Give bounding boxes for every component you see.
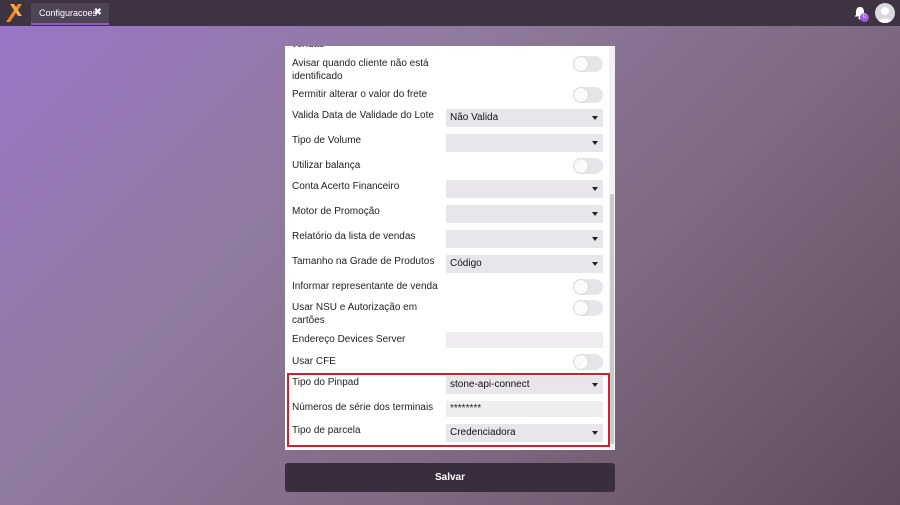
x-logo-icon[interactable] bbox=[6, 4, 22, 22]
chevron-down-icon bbox=[592, 116, 598, 120]
user-avatar-icon[interactable] bbox=[875, 3, 895, 23]
setting-label: Informar representante de venda bbox=[292, 281, 438, 292]
setting-label: Utilizar balança bbox=[292, 160, 361, 171]
select-dropdown[interactable]: Não Valida bbox=[446, 109, 603, 127]
select-dropdown[interactable] bbox=[446, 134, 603, 152]
setting-label: Motor de Promoção bbox=[292, 206, 380, 217]
chevron-down-icon bbox=[592, 187, 598, 191]
notification-badge: 0 bbox=[860, 13, 869, 22]
setting-label: Valida Data de Validade do Lote bbox=[292, 110, 434, 121]
setting-label: Avisar quando cliente não está identific… bbox=[292, 58, 429, 82]
close-icon[interactable]: ✖ bbox=[94, 3, 102, 23]
setting-label: Tipo de Volume bbox=[292, 135, 362, 146]
toggle-switch[interactable] bbox=[573, 279, 603, 295]
toggle-switch[interactable] bbox=[573, 354, 603, 370]
scrollbar-thumb[interactable] bbox=[610, 194, 614, 444]
tab-label: Configuracoes bbox=[39, 8, 98, 18]
chevron-down-icon bbox=[592, 237, 598, 241]
top-bar: Configuracoes ✖ 0 bbox=[0, 0, 900, 26]
toggle-switch[interactable] bbox=[573, 300, 603, 316]
setting-label: Conta Acerto Financeiro bbox=[292, 181, 400, 192]
select-dropdown[interactable] bbox=[446, 205, 603, 223]
setting-label: Permitir alterar o valor do frete bbox=[292, 89, 428, 100]
setting-label: Relatório da lista de vendas bbox=[292, 231, 416, 242]
toggle-switch[interactable] bbox=[573, 56, 603, 72]
select-dropdown[interactable] bbox=[446, 230, 603, 248]
select-dropdown[interactable] bbox=[446, 180, 603, 198]
tab-configuracoes[interactable]: Configuracoes ✖ bbox=[31, 3, 109, 25]
save-button[interactable]: Salvar bbox=[285, 463, 615, 492]
setting-label: Tamanho na Grade de Produtos bbox=[292, 256, 435, 267]
select-value: Não Valida bbox=[450, 112, 499, 123]
chevron-down-icon bbox=[592, 212, 598, 216]
highlight-box bbox=[287, 373, 610, 447]
toggle-switch[interactable] bbox=[573, 87, 603, 103]
select-value: Código bbox=[450, 258, 482, 269]
setting-label: Usar NSU e Autorização em cartões bbox=[292, 302, 418, 326]
setting-label: vendas bbox=[292, 46, 442, 51]
chevron-down-icon bbox=[592, 141, 598, 145]
toggle-switch[interactable] bbox=[573, 158, 603, 174]
select-dropdown[interactable]: Código bbox=[446, 255, 603, 273]
chevron-down-icon bbox=[592, 262, 598, 266]
setting-label: Usar CFE bbox=[292, 356, 336, 367]
setting-label: Endereço Devices Server bbox=[292, 334, 406, 345]
devices-server-input[interactable] bbox=[446, 332, 603, 348]
